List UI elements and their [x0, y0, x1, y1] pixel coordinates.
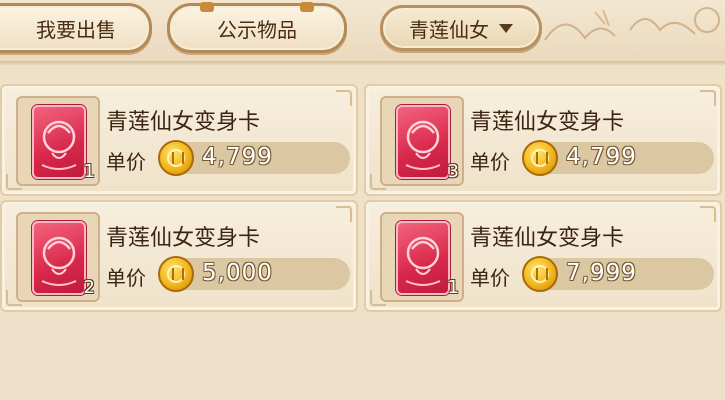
- price-label: 单价: [106, 150, 146, 174]
- listing-card[interactable]: 1 青莲仙女变身卡 单价 7,999: [364, 200, 722, 312]
- item-name: 青莲仙女变身卡: [470, 110, 625, 135]
- item-name: 青莲仙女变身卡: [106, 110, 261, 135]
- item-quantity: 1: [447, 277, 459, 298]
- tab-ornament: [200, 2, 214, 12]
- price-value: 4,799: [202, 144, 273, 170]
- item-quantity: 1: [83, 161, 95, 182]
- price-label: 单价: [106, 266, 146, 290]
- category-filter-dropdown[interactable]: 青莲仙女: [380, 5, 542, 51]
- price-label: 单价: [470, 150, 510, 174]
- top-tab-bar: 我要出售 公示物品 青莲仙女: [0, 0, 725, 62]
- transformation-card-icon: [32, 105, 86, 179]
- tab-public-label: 公示物品: [217, 17, 297, 42]
- listing-card[interactable]: 2 青莲仙女变身卡 单价 5,000: [0, 200, 358, 312]
- item-slot[interactable]: 2: [16, 212, 100, 302]
- gold-coin-icon: [522, 140, 558, 176]
- price-value: 5,000: [202, 260, 273, 286]
- item-slot[interactable]: 1: [16, 96, 100, 186]
- item-name: 青莲仙女变身卡: [106, 226, 261, 251]
- transformation-card-icon: [396, 221, 450, 295]
- tab-sell-label: 我要出售: [36, 17, 116, 42]
- filter-label: 青莲仙女: [409, 17, 489, 42]
- header-divider: [0, 61, 725, 65]
- item-slot[interactable]: 3: [380, 96, 464, 186]
- transformation-card-icon: [32, 221, 86, 295]
- gold-coin-icon: [158, 256, 194, 292]
- item-quantity: 2: [83, 277, 95, 298]
- price-value: 4,799: [566, 144, 637, 170]
- transformation-card-icon: [396, 105, 450, 179]
- chevron-down-icon: [499, 23, 513, 33]
- price-field: 7,999: [522, 256, 714, 292]
- tab-sell-items[interactable]: 我要出售: [0, 3, 152, 53]
- price-value: 7,999: [566, 260, 637, 286]
- price-field: 4,799: [522, 140, 714, 176]
- empty-listing-area: [0, 316, 725, 400]
- item-quantity: 3: [447, 161, 459, 182]
- gold-coin-icon: [158, 140, 194, 176]
- item-slot[interactable]: 1: [380, 212, 464, 302]
- listing-card[interactable]: 3 青莲仙女变身卡 单价 4,799: [364, 84, 722, 196]
- price-field: 5,000: [158, 256, 350, 292]
- gold-coin-icon: [522, 256, 558, 292]
- price-label: 单价: [470, 266, 510, 290]
- price-field: 4,799: [158, 140, 350, 176]
- decorative-landscape-art: [544, 7, 720, 41]
- item-name: 青莲仙女变身卡: [470, 226, 625, 251]
- listing-card[interactable]: 1 青莲仙女变身卡 单价 4,799: [0, 84, 358, 196]
- tab-ornament: [300, 2, 314, 12]
- tab-public-items[interactable]: 公示物品: [167, 2, 347, 53]
